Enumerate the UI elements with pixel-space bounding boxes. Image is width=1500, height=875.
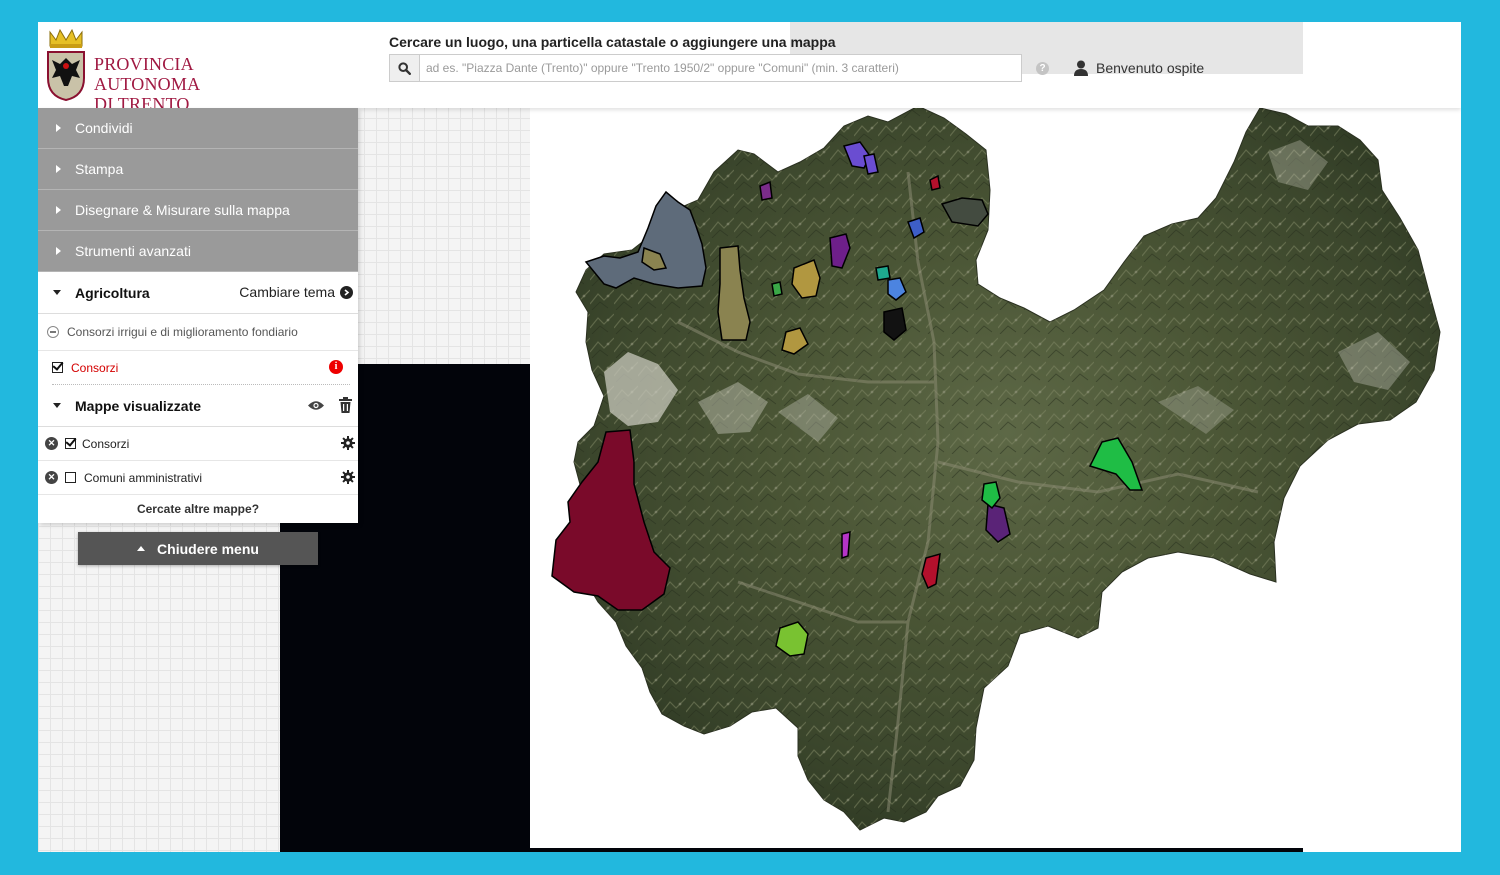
caret-down-icon: [53, 403, 61, 408]
remove-layer-icon[interactable]: ✕: [45, 471, 58, 484]
coat-of-arms-icon: [47, 28, 85, 102]
search-icon: [398, 61, 411, 75]
close-menu-button[interactable]: Chiudere menu: [78, 532, 318, 565]
search-button[interactable]: [390, 55, 420, 81]
theme-layer-label: Consorzi: [71, 360, 119, 375]
eye-icon[interactable]: [308, 400, 324, 411]
active-layer-label: Consorzi: [82, 436, 130, 451]
caret-right-icon: [56, 124, 61, 132]
mappe-section-header[interactable]: Mappe visualizzate: [38, 385, 358, 427]
mappe-title: Mappe visualizzate: [75, 397, 202, 414]
consorzio-polygon-purple-3: [759, 180, 773, 201]
menu-item-stampa[interactable]: Stampa: [38, 149, 358, 190]
collapse-group-icon[interactable]: [47, 326, 59, 338]
layer-checkbox[interactable]: [65, 438, 76, 449]
user-icon: [1074, 60, 1088, 76]
terrain-relief: [574, 106, 1440, 830]
caret-right-icon: [56, 165, 61, 173]
menu-item-disegnare[interactable]: Disegnare & Misurare sulla mappa: [38, 190, 358, 231]
help-icon[interactable]: ?: [1036, 62, 1049, 75]
info-icon[interactable]: i: [329, 360, 343, 374]
menu-item-condividi[interactable]: Condividi: [38, 108, 358, 149]
active-layer-label: Comuni amministrativi: [84, 470, 203, 485]
consorzio-polygon-green-small: [771, 281, 783, 297]
change-theme-button[interactable]: Cambiare tema: [239, 284, 353, 300]
search-box: [389, 54, 1022, 82]
caret-right-icon: [56, 247, 61, 255]
layer-checkbox[interactable]: [65, 472, 76, 483]
menu-item-label: Stampa: [75, 161, 124, 177]
app-frame: PROVINCIA AUTONOMA DI TRENTO Cercare un …: [38, 22, 1461, 852]
menu-item-label: Strumenti avanzati: [75, 243, 191, 259]
user-menu[interactable]: Benvenuto ospite: [1074, 60, 1204, 76]
side-menu: Condividi Stampa Disegnare & Misurare su…: [38, 108, 358, 523]
active-layer-consorzi[interactable]: ✕ Consorzi: [38, 427, 358, 461]
remove-layer-icon[interactable]: ✕: [45, 437, 58, 450]
search-title: Cercare un luogo, una particella catasta…: [389, 34, 836, 50]
caret-right-icon: [56, 206, 61, 214]
change-theme-label: Cambiare tema: [239, 284, 335, 300]
gear-icon[interactable]: [341, 436, 355, 450]
more-maps-link[interactable]: Cercate altre mappe?: [38, 495, 358, 523]
theme-section-header[interactable]: Agricoltura Cambiare tema: [38, 272, 358, 314]
caret-down-icon: [53, 290, 61, 295]
search-input[interactable]: [420, 55, 1020, 81]
trash-icon[interactable]: [339, 397, 352, 413]
layer-group-row[interactable]: Consorzi irrigui e di miglioramento fond…: [38, 314, 358, 351]
menu-item-label: Condividi: [75, 120, 133, 136]
close-menu-label: Chiudere menu: [157, 540, 259, 557]
theme-title: Agricoltura: [75, 284, 150, 301]
menu-item-strumenti[interactable]: Strumenti avanzati: [38, 231, 358, 272]
theme-layer-consorzi[interactable]: Consorzi i: [52, 351, 350, 385]
layer-checkbox[interactable]: [52, 362, 63, 373]
logo-title-line1: PROVINCIA AUTONOMA: [94, 54, 201, 94]
provincia-logo[interactable]: PROVINCIA AUTONOMA DI TRENTO: [42, 26, 290, 114]
user-greeting: Benvenuto ospite: [1096, 60, 1205, 76]
gear-icon[interactable]: [341, 470, 355, 484]
chevron-right-circle-icon: [340, 285, 353, 299]
caret-up-icon: [137, 546, 146, 551]
top-header: PROVINCIA AUTONOMA DI TRENTO Cercare un …: [38, 22, 1461, 114]
layer-group-label: Consorzi irrigui e di miglioramento fond…: [67, 325, 298, 339]
consorzio-polygon-magenta: [841, 531, 851, 560]
active-layer-comuni[interactable]: ✕ Comuni amministrativi: [38, 461, 358, 495]
consorzio-polygon-teal: [875, 265, 891, 281]
menu-item-label: Disegnare & Misurare sulla mappa: [75, 202, 290, 218]
